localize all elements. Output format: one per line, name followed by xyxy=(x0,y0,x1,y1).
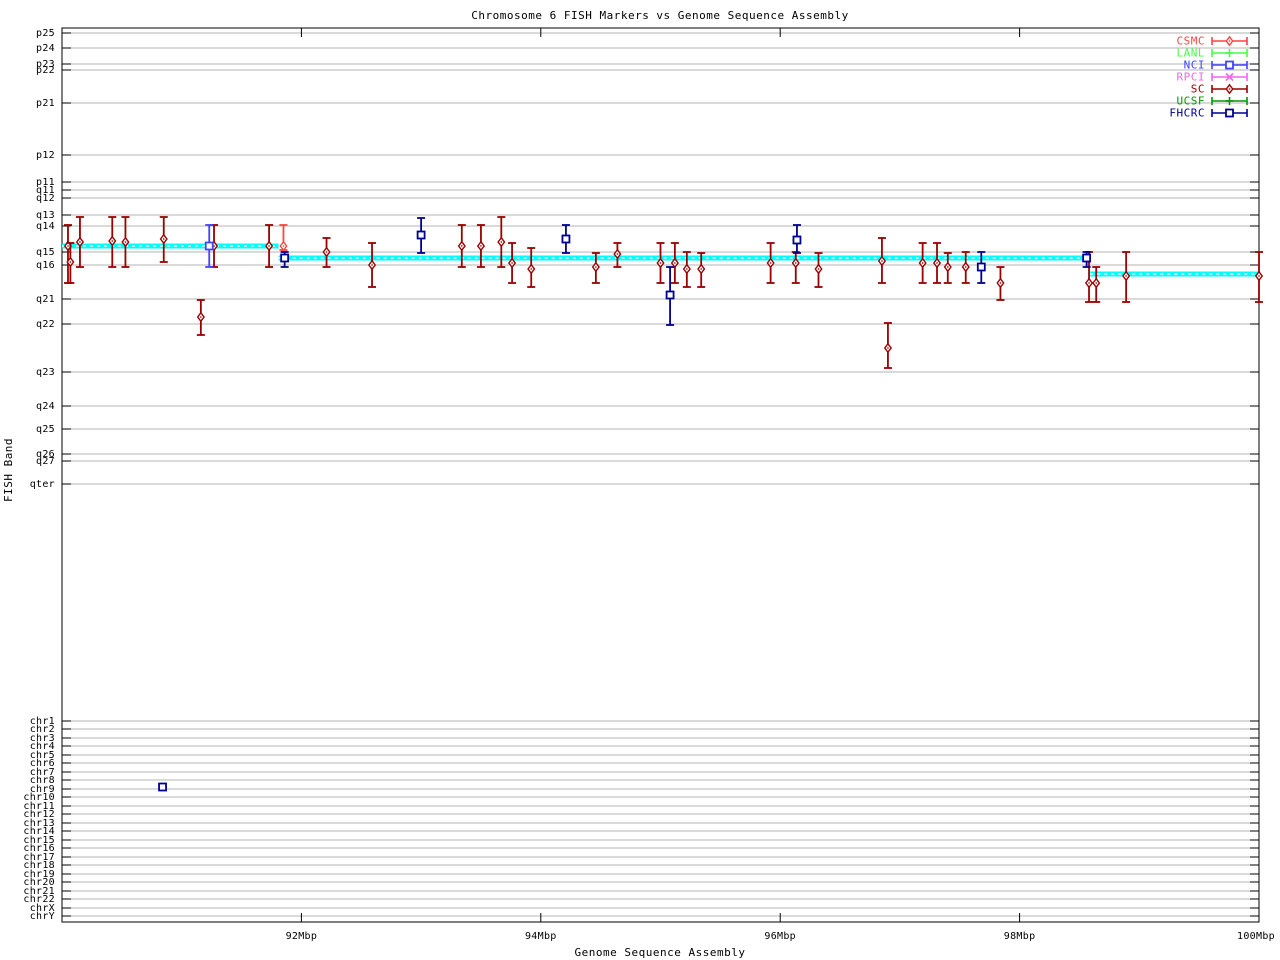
x-tick-label: 98Mbp xyxy=(1004,931,1036,942)
x-axis-title: Genome Sequence Assembly xyxy=(575,946,746,959)
fish-marker-chart: p25 p24 p23 p22 p21 p12 p11 q11 q12 q13 q14 q15 q16 q… xyxy=(0,0,1280,960)
sc-marker xyxy=(795,262,797,264)
fhcrc-marker xyxy=(792,235,802,245)
sc-marker xyxy=(511,262,513,264)
y-tick-label: q27 xyxy=(36,456,55,467)
y-tick-label: q22 xyxy=(36,319,55,330)
nci-marker xyxy=(204,241,214,251)
y-tick-label: p22 xyxy=(36,65,55,76)
sc-marker xyxy=(1125,275,1127,277)
legend-label-fhcrc: FHCRC xyxy=(1169,107,1205,120)
sc-marker xyxy=(616,253,619,255)
sc-marker xyxy=(595,266,597,268)
y-tick-label: p21 xyxy=(36,98,55,109)
y-tick-label: p24 xyxy=(36,43,55,54)
sc-marker xyxy=(461,245,463,247)
sc-marker xyxy=(1088,282,1090,284)
sc-marker xyxy=(1095,282,1097,284)
y-tick-label: p12 xyxy=(36,150,55,161)
y-axis-title: FISH Band xyxy=(2,438,15,502)
sc-marker xyxy=(947,266,949,268)
sc-marker xyxy=(111,240,113,242)
fhcrc-marker xyxy=(416,230,426,240)
y-tick-label: q24 xyxy=(36,401,55,412)
y-tick-label: qter xyxy=(30,479,55,490)
legend-marker-square xyxy=(1225,108,1234,118)
sc-marker xyxy=(163,238,165,240)
legend-marker-diamond xyxy=(1228,40,1231,42)
sc-marker xyxy=(817,268,820,270)
fhcrc-marker xyxy=(561,234,571,244)
chart-title: Chromosome 6 FISH Markers vs Genome Sequ… xyxy=(471,9,849,22)
sc-marker xyxy=(200,316,202,318)
sc-marker xyxy=(686,268,688,270)
legend-marker-diamond xyxy=(1228,88,1231,90)
fhcrc-marker xyxy=(158,782,167,792)
plot-svg: p25p24p23p22p21p12p11q11q12q13q14q15q16q… xyxy=(2,9,1275,959)
sc-marker xyxy=(999,282,1002,284)
y-tick-label: q14 xyxy=(36,221,55,232)
fhcrc-marker xyxy=(280,253,290,263)
sc-marker xyxy=(674,262,676,264)
x-tick-label: 94Mbp xyxy=(525,931,557,942)
sc-marker xyxy=(371,264,373,266)
y-tick-label: q15 xyxy=(36,247,55,258)
sc-marker xyxy=(887,347,889,349)
y-tick-label: q21 xyxy=(36,294,55,305)
sc-marker xyxy=(124,241,127,243)
sc-marker xyxy=(69,261,72,263)
fhcrc-marker xyxy=(976,262,986,272)
y-tick-label: q25 xyxy=(36,424,55,435)
csmc-marker xyxy=(282,245,285,247)
plot-frame xyxy=(61,27,1260,923)
sc-marker xyxy=(921,262,924,264)
y-tick-label: q16 xyxy=(36,260,55,271)
y-tick-label: q12 xyxy=(36,193,55,204)
sc-marker xyxy=(769,262,772,264)
x-tick-label: 96Mbp xyxy=(764,931,796,942)
sc-marker xyxy=(700,268,702,270)
y-tick-label: chrY xyxy=(30,911,55,922)
x-tick-label: 92Mbp xyxy=(286,931,318,942)
y-tick-label: p25 xyxy=(36,28,55,39)
sc-marker xyxy=(659,262,662,264)
sc-marker xyxy=(79,241,81,243)
sc-marker xyxy=(268,245,270,247)
sc-marker xyxy=(325,251,328,253)
sc-marker xyxy=(67,245,69,247)
y-tick-label: q23 xyxy=(36,367,55,378)
sc-marker xyxy=(881,260,883,262)
y-tick-label: q13 xyxy=(36,210,55,221)
sc-marker xyxy=(530,268,532,270)
sc-marker xyxy=(936,262,938,264)
fhcrc-marker xyxy=(665,290,675,300)
x-tick-label: 100Mbp xyxy=(1237,931,1275,942)
sc-marker xyxy=(965,266,967,268)
legend-marker-square xyxy=(1225,60,1234,70)
sc-marker xyxy=(1258,275,1260,277)
sc-marker xyxy=(480,245,482,247)
sc-marker xyxy=(500,241,502,243)
plot-render-root: p25p24p23p22p21p12p11q11q12q13q14q15q16q… xyxy=(23,27,1275,942)
fhcrc-marker xyxy=(1082,253,1092,263)
